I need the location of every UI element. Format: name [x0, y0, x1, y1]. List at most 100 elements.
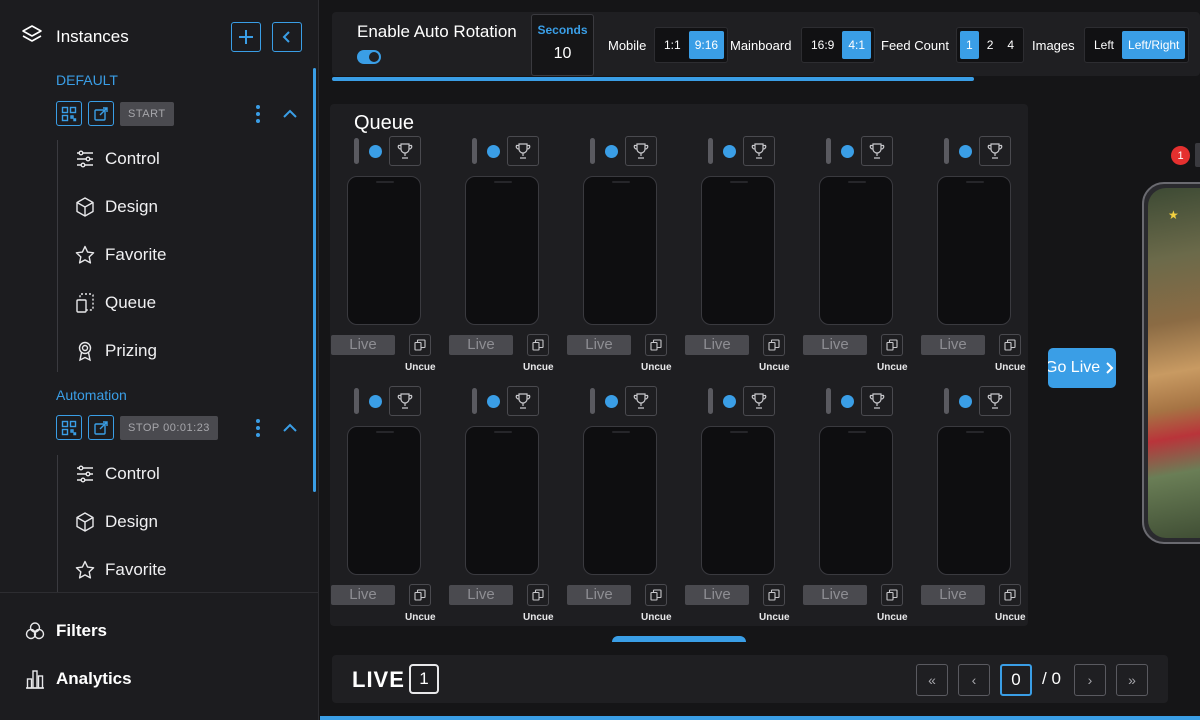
- drag-handle[interactable]: [708, 138, 713, 164]
- prize-button[interactable]: [979, 386, 1011, 416]
- mobile-option-1-1[interactable]: 1:1: [658, 31, 687, 59]
- prev-page-button[interactable]: ‹: [958, 664, 990, 696]
- prize-button[interactable]: [625, 386, 657, 416]
- mainboard-option-16-9[interactable]: 16:9: [805, 31, 840, 59]
- live-button[interactable]: Live: [803, 335, 867, 355]
- prize-button[interactable]: [389, 386, 421, 416]
- prize-button[interactable]: [979, 136, 1011, 166]
- feed-count-option-4[interactable]: 4: [1001, 31, 1020, 59]
- drag-handle[interactable]: [708, 388, 713, 414]
- nav-queue-default[interactable]: Queue: [74, 288, 156, 318]
- images-option-left-right[interactable]: Left/Right: [1122, 31, 1186, 59]
- qr-code-button[interactable]: [56, 101, 82, 126]
- nav-filters[interactable]: Filters: [24, 616, 107, 646]
- feed-thumbnail[interactable]: [347, 176, 421, 325]
- uncue-button[interactable]: [645, 584, 667, 606]
- prize-button[interactable]: [625, 136, 657, 166]
- uncue-button[interactable]: [645, 334, 667, 356]
- auto-rotation-toggle[interactable]: [357, 50, 381, 64]
- feed-thumbnail[interactable]: [937, 176, 1011, 325]
- uncue-button[interactable]: [999, 334, 1021, 356]
- uncue-button[interactable]: [881, 584, 903, 606]
- prize-button[interactable]: [389, 136, 421, 166]
- add-instance-button[interactable]: [231, 22, 261, 52]
- open-external-button[interactable]: [88, 415, 114, 440]
- feed-thumbnail[interactable]: [819, 176, 893, 325]
- mobile-option-9-16[interactable]: 9:16: [688, 31, 725, 59]
- nav-design-automation[interactable]: Design: [74, 507, 158, 537]
- prize-button[interactable]: [507, 386, 539, 416]
- mainboard-option-4-1[interactable]: 4:1: [842, 31, 872, 59]
- uncue-button[interactable]: [763, 584, 785, 606]
- live-button[interactable]: Live: [685, 335, 749, 355]
- live-button[interactable]: Live: [803, 585, 867, 605]
- more-options-icon[interactable]: [255, 419, 261, 437]
- prize-button[interactable]: [743, 136, 775, 166]
- prize-button[interactable]: [861, 386, 893, 416]
- live-button[interactable]: Live: [921, 585, 985, 605]
- feed-thumbnail[interactable]: [701, 426, 775, 575]
- drag-handle[interactable]: [826, 138, 831, 164]
- go-live-button[interactable]: Go Live: [1048, 348, 1116, 388]
- nav-favorite-default[interactable]: Favorite: [74, 240, 166, 270]
- live-button[interactable]: Live: [567, 335, 631, 355]
- uncue-button[interactable]: [881, 334, 903, 356]
- feed-thumbnail[interactable]: [583, 176, 657, 325]
- live-button[interactable]: Live: [567, 585, 631, 605]
- drag-handle[interactable]: [826, 388, 831, 414]
- uncue-button[interactable]: [409, 334, 431, 356]
- instance-label-default[interactable]: DEFAULT: [56, 72, 118, 88]
- seconds-input[interactable]: Seconds 10: [531, 14, 594, 76]
- drag-handle[interactable]: [472, 138, 477, 164]
- nav-prizing-default[interactable]: Prizing: [74, 336, 157, 366]
- feed-thumbnail[interactable]: [701, 176, 775, 325]
- feed-thumbnail[interactable]: [465, 426, 539, 575]
- nav-control-automation[interactable]: Control: [74, 459, 160, 489]
- drag-handle[interactable]: [354, 388, 359, 414]
- feed-thumbnail[interactable]: [583, 426, 657, 575]
- chevron-up-icon[interactable]: [281, 419, 299, 437]
- live-button[interactable]: Live: [921, 335, 985, 355]
- uncue-button[interactable]: [409, 584, 431, 606]
- drag-handle[interactable]: [590, 388, 595, 414]
- feed-thumbnail[interactable]: [819, 426, 893, 575]
- live-button[interactable]: Live: [449, 335, 513, 355]
- prize-button[interactable]: [743, 386, 775, 416]
- drag-handle[interactable]: [944, 388, 949, 414]
- feed-thumbnail[interactable]: [347, 426, 421, 575]
- instance-label-automation[interactable]: Automation: [56, 387, 127, 403]
- next-page-button[interactable]: ›: [1074, 664, 1106, 696]
- uncue-button[interactable]: [763, 334, 785, 356]
- nav-favorite-automation[interactable]: Favorite: [74, 555, 166, 585]
- live-button[interactable]: Live: [685, 585, 749, 605]
- open-external-button[interactable]: [88, 101, 114, 126]
- drag-handle[interactable]: [472, 388, 477, 414]
- last-page-button[interactable]: »: [1116, 664, 1148, 696]
- live-button[interactable]: Live: [449, 585, 513, 605]
- uncue-button[interactable]: [527, 334, 549, 356]
- more-options-icon[interactable]: [255, 105, 261, 123]
- collapse-sidebar-button[interactable]: [272, 22, 302, 52]
- live-button[interactable]: Live: [331, 585, 395, 605]
- nav-analytics[interactable]: Analytics: [24, 664, 132, 694]
- chevron-up-icon[interactable]: [281, 105, 299, 123]
- qr-code-button[interactable]: [56, 415, 82, 440]
- sidebar-scrollbar[interactable]: [313, 68, 316, 492]
- feed-thumbnail[interactable]: [465, 176, 539, 325]
- prize-button[interactable]: [507, 136, 539, 166]
- feed-count-option-2[interactable]: 2: [981, 31, 1000, 59]
- nav-design-default[interactable]: Design: [74, 192, 158, 222]
- drag-handle[interactable]: [354, 138, 359, 164]
- feed-thumbnail[interactable]: [937, 426, 1011, 575]
- images-option-left[interactable]: Left: [1088, 31, 1120, 59]
- uncue-button[interactable]: [527, 584, 549, 606]
- stop-button[interactable]: STOP 00:01:23: [120, 415, 218, 440]
- prize-button[interactable]: [861, 136, 893, 166]
- queue-scroll-handle[interactable]: [612, 636, 746, 642]
- drag-handle[interactable]: [944, 138, 949, 164]
- page-input[interactable]: 0: [1000, 664, 1032, 696]
- start-button[interactable]: START: [120, 101, 174, 126]
- preview-tab[interactable]: [1195, 143, 1200, 167]
- uncue-button[interactable]: [999, 584, 1021, 606]
- feed-count-option-1[interactable]: 1: [960, 31, 979, 59]
